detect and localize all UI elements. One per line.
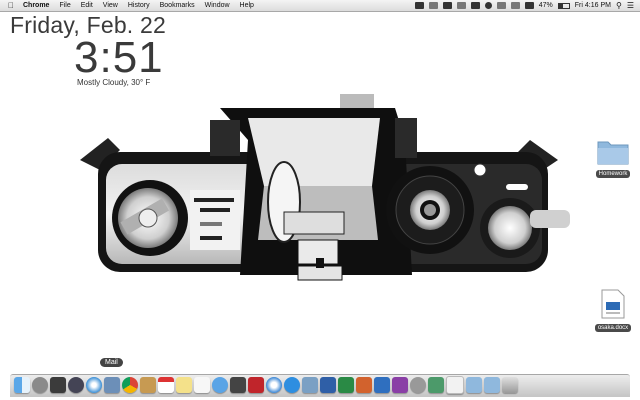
widget-time: 3:51	[74, 33, 164, 82]
time-machine-icon[interactable]	[484, 2, 492, 9]
mail-icon[interactable]	[104, 377, 120, 393]
excel-icon[interactable]	[338, 377, 354, 393]
downloads-folder-icon[interactable]	[466, 377, 482, 393]
migration-icon[interactable]	[428, 377, 444, 393]
menu-view[interactable]: View	[103, 2, 118, 9]
finder-icon[interactable]	[14, 377, 30, 393]
mission-control-icon[interactable]	[50, 377, 66, 393]
desktop-icon-osaka-docx[interactable]: osaka.docx	[588, 288, 638, 332]
document-icon	[601, 289, 625, 319]
menu-history[interactable]: History	[128, 2, 150, 9]
menu-clock[interactable]: Fri 4:16 PM	[575, 2, 611, 9]
battery-icon[interactable]	[557, 2, 570, 9]
notification-center-icon[interactable]: ☰	[627, 1, 634, 10]
menu-app-name[interactable]: Chrome	[23, 2, 49, 9]
chrome-icon[interactable]	[122, 377, 138, 393]
wifi-icon[interactable]	[510, 2, 520, 9]
display-icon[interactable]	[470, 2, 480, 9]
outlook-icon[interactable]	[374, 377, 390, 393]
dropbox-icon[interactable]	[428, 2, 438, 9]
messages-icon[interactable]	[212, 377, 228, 393]
google-drive-icon[interactable]	[456, 2, 466, 9]
photo-booth-icon[interactable]	[248, 377, 264, 393]
documents-stack-icon[interactable]	[446, 376, 464, 394]
widget-weather: Mostly Cloudy, 30° F	[77, 78, 151, 87]
dashboard-icon[interactable]	[68, 377, 84, 393]
safari-icon[interactable]	[86, 377, 102, 393]
battery-percent[interactable]: 47%	[539, 2, 553, 9]
onenote-icon[interactable]	[392, 377, 408, 393]
wallpaper-camera	[80, 94, 570, 281]
dock-tooltip: Mail	[100, 358, 123, 367]
word-icon[interactable]	[320, 377, 336, 393]
menu-file[interactable]: File	[59, 2, 70, 9]
app-store-icon[interactable]	[284, 377, 300, 393]
dock-icons	[14, 374, 518, 396]
menu-edit[interactable]: Edit	[81, 2, 93, 9]
itunes-icon[interactable]	[266, 377, 282, 393]
desktop-icon-label: Homework	[595, 170, 631, 178]
bluetooth-icon[interactable]	[496, 2, 506, 9]
system-preferences-icon[interactable]	[410, 377, 426, 393]
preview-icon[interactable]	[302, 377, 318, 393]
menu-extras: 47% Fri 4:16 PM ⚲ ☰	[414, 0, 634, 11]
trash-icon[interactable]	[502, 377, 518, 393]
calendar-icon[interactable]	[158, 377, 174, 393]
flash-icon[interactable]	[414, 2, 424, 9]
spotlight-icon[interactable]: ⚲	[616, 1, 622, 10]
contacts-icon[interactable]	[140, 377, 156, 393]
powerpoint-icon[interactable]	[356, 377, 372, 393]
desktop-icon-label: osaka.docx	[594, 324, 632, 332]
menu-bar:  Chrome File Edit View History Bookmark…	[0, 0, 640, 12]
menu-help[interactable]: Help	[240, 2, 254, 9]
facetime-icon[interactable]	[230, 377, 246, 393]
reminders-icon[interactable]	[194, 377, 210, 393]
folder-icon	[597, 141, 629, 165]
launchpad-icon[interactable]	[32, 377, 48, 393]
desktop-icon-homework[interactable]: Homework	[588, 138, 638, 178]
applications-folder-icon[interactable]	[484, 377, 500, 393]
apple-menu-icon[interactable]: 	[8, 0, 14, 11]
notes-icon[interactable]	[176, 377, 192, 393]
menu-bookmarks[interactable]: Bookmarks	[160, 2, 195, 9]
menu-window[interactable]: Window	[205, 2, 230, 9]
volume-icon[interactable]	[524, 2, 534, 9]
skype-icon[interactable]	[442, 2, 452, 9]
